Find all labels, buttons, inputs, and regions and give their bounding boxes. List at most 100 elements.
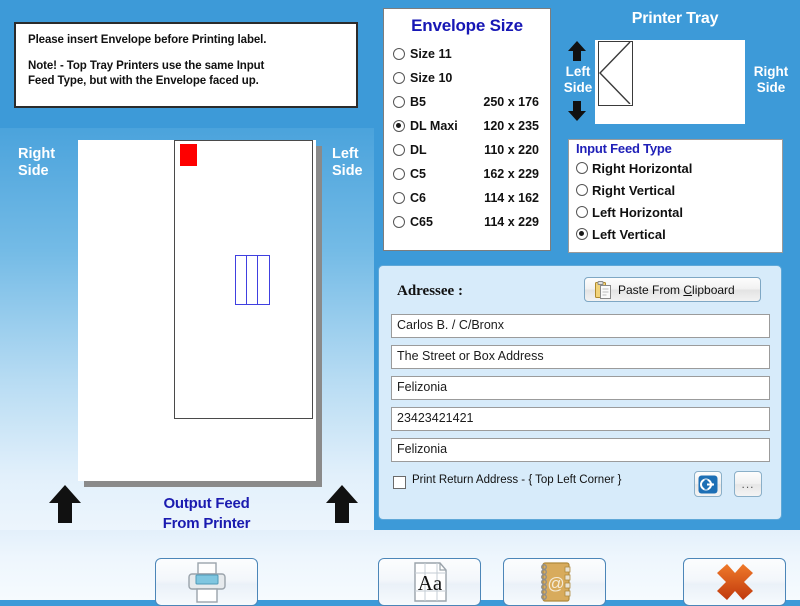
envelope-size-option-c6[interactable]: C6 114 x 162 <box>393 186 550 210</box>
output-feed-arrow-right-icon <box>325 484 359 524</box>
import-contact-button[interactable] <box>694 471 722 497</box>
tray-right-side-label: Right Side <box>746 64 796 96</box>
envelope-size-option-b5[interactable]: B5 250 x 176 <box>393 90 550 114</box>
radio-icon[interactable] <box>393 216 405 228</box>
tray-left-side-line2: Side <box>563 80 593 95</box>
option-label: DL Maxi <box>410 119 458 133</box>
option-dimensions: 114 x 162 <box>484 191 539 205</box>
addressee-panel: Adressee : Paste From Clipboard Carlos B… <box>378 265 782 520</box>
preview-right-side-line1: Right <box>18 146 56 162</box>
option-label: Size 10 <box>410 71 453 85</box>
radio-icon[interactable] <box>393 168 405 180</box>
envelope-size-option-c5[interactable]: C5 162 x 229 <box>393 162 550 186</box>
print-return-address-checkbox[interactable] <box>393 476 406 489</box>
addressee-field-2[interactable]: The Street or Box Address <box>391 345 770 369</box>
more-options-button[interactable]: ... <box>734 471 762 497</box>
preview-right-side-label: Right Side <box>18 146 55 180</box>
input-feed-option-right-horizontal[interactable]: Right Horizontal <box>576 157 782 179</box>
tray-right-side-line2: Side <box>756 80 786 95</box>
option-dimensions: 120 x 235 <box>483 119 539 133</box>
addressee-field-1[interactable]: Carlos B. / C/Bronx <box>391 314 770 338</box>
radio-icon[interactable] <box>576 184 588 196</box>
radio-icon[interactable] <box>576 162 588 174</box>
printer-tray-title: Printer Tray <box>631 10 719 27</box>
option-label: Right Vertical <box>592 182 676 198</box>
envelope-size-group: Envelope Size Size 11 Size 10 B5 250 x 1… <box>383 8 551 251</box>
font-button[interactable]: Aa <box>378 558 481 606</box>
radio-icon-selected[interactable] <box>576 228 588 240</box>
app-window: Please insert Envelope before Printing l… <box>0 0 800 606</box>
paste-label-rest: lipboard <box>692 282 735 297</box>
option-label: B5 <box>410 95 426 109</box>
envelope-size-option-size-11[interactable]: Size 11 <box>393 42 550 66</box>
paste-label-text: Paste From <box>618 282 684 297</box>
radio-icon[interactable] <box>393 72 405 84</box>
option-label: C5 <box>410 167 426 181</box>
stamp-position-marker <box>180 144 197 166</box>
output-feed-label: Output Feed From Printer <box>104 494 309 534</box>
option-label: DL <box>410 143 427 157</box>
instruction-note-box: Please insert Envelope before Printing l… <box>14 22 358 108</box>
radio-icon[interactable] <box>576 206 588 218</box>
preview-left-side-line1: Left <box>332 146 359 162</box>
tray-right-side-line1: Right <box>753 64 789 79</box>
preview-right-side-line2: Side <box>18 163 49 179</box>
address-text-block-preview <box>235 255 270 305</box>
input-feed-option-left-vertical[interactable]: Left Vertical <box>576 223 782 245</box>
contact-import-icon <box>698 475 718 494</box>
output-feed-line1: Output Feed <box>163 495 250 512</box>
option-label: Right Horizontal <box>592 160 693 176</box>
option-label: C6 <box>410 191 426 205</box>
input-feed-option-right-vertical[interactable]: Right Vertical <box>576 179 782 201</box>
note-line-1: Please insert Envelope before Printing l… <box>28 34 267 46</box>
preview-left-side-line2: Side <box>332 163 363 179</box>
option-label: C65 <box>410 215 433 229</box>
ellipsis-icon: ... <box>741 477 755 491</box>
tray-up-arrow-icon <box>567 40 587 62</box>
note-line-2: Note! - Top Tray Printers use the same I… <box>28 60 265 72</box>
envelope-size-title: Envelope Size <box>411 16 523 35</box>
address-book-icon: @ <box>534 561 576 603</box>
address-book-button[interactable]: @ <box>503 558 606 606</box>
paste-label-accel: C <box>683 282 693 297</box>
envelope-size-list: Size 11 Size 10 B5 250 x 176 DL Maxi 120… <box>384 42 550 234</box>
paste-from-clipboard-button[interactable]: Paste From Clipboard <box>584 277 761 302</box>
input-feed-option-left-horizontal[interactable]: Left Horizontal <box>576 201 782 223</box>
clipboard-icon <box>595 280 612 299</box>
radio-icon[interactable] <box>393 192 405 204</box>
svg-text:@: @ <box>547 574 564 593</box>
addressee-field-3[interactable]: Felizonia <box>391 376 770 400</box>
input-feed-list: Right Horizontal Right Vertical Left Hor… <box>569 157 782 245</box>
paste-from-clipboard-label: Paste From Clipboard <box>618 283 735 297</box>
addressee-field-4[interactable]: 23423421421 <box>391 407 770 431</box>
addressee-title: Adressee : <box>397 283 463 299</box>
envelope-size-option-c65[interactable]: C65 114 x 229 <box>393 210 550 234</box>
input-feed-type-legend: Input Feed Type <box>574 141 676 156</box>
red-x-icon <box>715 562 755 602</box>
radio-icon-selected[interactable] <box>393 120 405 132</box>
output-feed-arrow-left-icon <box>48 484 82 524</box>
option-dimensions: 162 x 229 <box>483 167 539 181</box>
radio-icon[interactable] <box>393 48 405 60</box>
envelope-size-option-dl-maxi[interactable]: DL Maxi 120 x 235 <box>393 114 550 138</box>
option-dimensions: 250 x 176 <box>483 95 539 109</box>
option-dimensions: 110 x 220 <box>484 143 539 157</box>
preview-left-side-label: Left Side <box>332 146 363 180</box>
close-button[interactable] <box>683 558 786 606</box>
envelope-flap-icon <box>599 42 631 104</box>
option-dimensions: 114 x 229 <box>484 215 539 229</box>
envelope-size-option-size-10[interactable]: Size 10 <box>393 66 550 90</box>
addressee-field-5[interactable]: Felizonia <box>391 438 770 462</box>
tray-envelope-graphic <box>598 41 633 106</box>
radio-icon[interactable] <box>393 96 405 108</box>
tray-down-arrow-icon <box>567 100 587 122</box>
tray-left-side-label: Left Side <box>560 64 596 96</box>
print-return-address-label: Print Return Address - { Top Left Corner… <box>412 474 622 486</box>
envelope-size-option-dl[interactable]: DL 110 x 220 <box>393 138 550 162</box>
font-Aa-icon: Aa <box>408 561 452 603</box>
option-label: Left Vertical <box>592 226 666 242</box>
radio-icon[interactable] <box>393 144 405 156</box>
option-label: Left Horizontal <box>592 204 683 220</box>
option-label: Size 11 <box>410 47 452 61</box>
print-button[interactable] <box>155 558 258 606</box>
